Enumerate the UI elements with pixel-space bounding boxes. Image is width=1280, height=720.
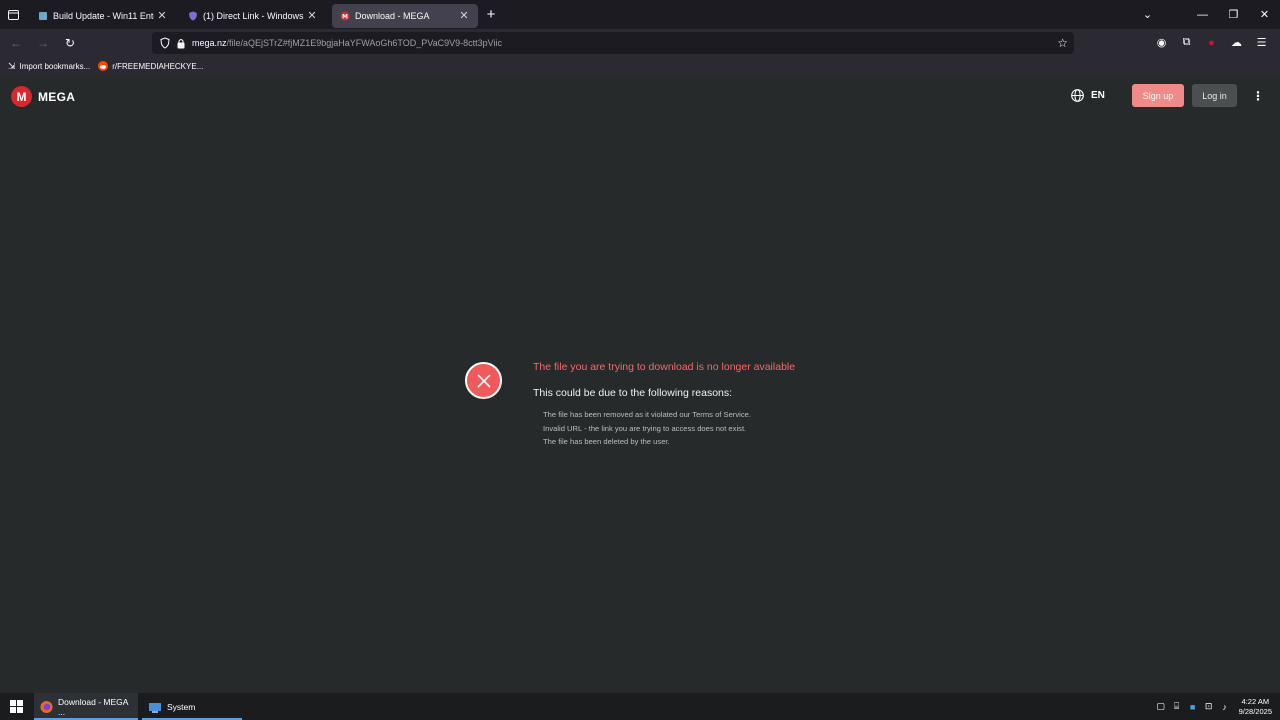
more-options-icon[interactable]: ⋮ — [1252, 89, 1264, 103]
lock-icon[interactable] — [176, 38, 186, 49]
clock-time: 4:22 AM — [1241, 696, 1270, 706]
extensions-icon[interactable]: ⧉ — [1174, 36, 1199, 49]
minimize-icon[interactable]: — — [1187, 9, 1218, 21]
nav-bar: ← → ↻ mega.nz/file/aQEjSTrZ#fjMZ1E9bgjaH… — [0, 29, 1280, 56]
page-icon — [39, 11, 47, 20]
reason-item: The file has been deleted by the user. — [543, 437, 670, 446]
app-tray-icon[interactable]: ■ — [1185, 702, 1201, 712]
back-button[interactable]: ← — [4, 31, 28, 55]
tab-title: Build Update - Win11 Enterprise — [53, 10, 154, 21]
close-tab-icon[interactable]: ✕ — [458, 9, 470, 22]
taskbar-item-firefox[interactable]: Download - MEGA ... — [34, 693, 138, 720]
window-controls: ⌄ — ❐ ✕ — [1132, 0, 1280, 29]
taskbar-item-system[interactable]: System — [142, 693, 242, 720]
reason-item: The file has been removed as it violated… — [543, 410, 751, 419]
error-subtitle: This could be due to the following reaso… — [533, 387, 733, 399]
language-label: EN — [1091, 90, 1105, 101]
url-host: mega.nz — [192, 38, 227, 48]
mega-favicon-icon: M — [340, 11, 350, 20]
network-icon[interactable]: ⊡ — [1201, 701, 1217, 712]
tab-title: (1) Direct Link - Windows 11 En — [203, 10, 304, 21]
url-bar[interactable]: mega.nz/file/aQEjSTrZ#fjMZ1E9bgjaHaYFWAo… — [152, 32, 1074, 54]
bookmark-reddit[interactable]: r/FREEMEDIAHECKYE... — [98, 61, 203, 71]
task-view-icon[interactable]: ▢ — [1153, 701, 1169, 712]
close-x-icon — [476, 373, 491, 388]
language-selector[interactable]: EN — [1071, 89, 1105, 102]
back-arrow-icon: ← — [10, 35, 22, 50]
tab-build-update[interactable]: Build Update - Win11 Enterprise ✕ — [30, 4, 176, 28]
signup-button[interactable]: Sign up — [1132, 84, 1184, 107]
close-window-icon[interactable]: ✕ — [1249, 8, 1280, 21]
usb-icon[interactable]: ⌸ — [1169, 701, 1185, 712]
tab-title: Download - MEGA — [355, 10, 430, 21]
tab-direct-link[interactable]: (1) Direct Link - Windows 11 En ✕ — [180, 4, 326, 28]
tracking-shield-icon[interactable] — [160, 37, 170, 49]
close-tab-icon[interactable]: ✕ — [156, 9, 168, 22]
bookmarks-bar: ⇲ Import bookmarks... r/FREEMEDIAHECKYE.… — [0, 56, 1280, 76]
vpn-icon[interactable]: ☁ — [1224, 36, 1249, 49]
forward-arrow-icon: → — [37, 35, 49, 50]
system-tray: ▢ ⌸ ■ ⊡ ♪ 4:22 AM 9/28/2025 — [1153, 693, 1272, 720]
restore-icon[interactable]: ❐ — [1218, 8, 1249, 21]
menu-icon[interactable]: ☰ — [1249, 36, 1274, 49]
bookmark-import[interactable]: ⇲ Import bookmarks... — [8, 61, 90, 72]
brand-name: MEGA — [38, 89, 76, 104]
reason-item: Invalid URL - the link you are trying to… — [543, 423, 747, 433]
import-icon: ⇲ — [8, 60, 16, 71]
bookmark-label: Import bookmarks... — [19, 61, 91, 71]
tab-strip: Build Update - Win11 Enterprise ✕ (1) Di… — [0, 0, 1280, 29]
toolbar-right: ◉ ⧉ ● ☁ ☰ — [1149, 29, 1274, 56]
mega-logo-icon: M — [11, 86, 32, 107]
reasons-list: The file has been removed as it violated… — [543, 408, 751, 449]
windows-logo-icon — [9, 700, 23, 713]
taskbar: Download - MEGA ... System ▢ ⌸ ■ ⊡ ♪ 4:2… — [0, 693, 1280, 720]
url-path: /file/aQEjSTrZ#fjMZ1E9bgjaHaYFWAoGh6TOD_… — [226, 38, 502, 48]
reload-icon: ↻ — [64, 35, 76, 50]
close-tab-icon[interactable]: ✕ — [306, 9, 318, 22]
tab-download-mega[interactable]: M Download - MEGA ✕ — [332, 3, 478, 28]
account-icon[interactable]: ◉ — [1149, 36, 1174, 49]
system-icon — [149, 702, 161, 713]
svg-text:M: M — [342, 13, 348, 20]
clock[interactable]: 4:22 AM 9/28/2025 — [1239, 697, 1272, 717]
volume-icon[interactable]: ♪ — [1217, 702, 1233, 712]
reload-button[interactable]: ↻ — [58, 31, 82, 55]
taskbar-item-label: System — [167, 701, 196, 712]
mega-logo[interactable]: M MEGA — [11, 86, 75, 107]
ublock-icon[interactable]: ● — [1199, 37, 1224, 49]
page-content: M MEGA EN Sign up Log in ⋮ The file you … — [0, 76, 1280, 693]
globe-icon — [1071, 89, 1084, 102]
taskbar-item-label: Download - MEGA ... — [58, 696, 128, 717]
error-title: The file you are trying to download is n… — [533, 361, 796, 373]
login-button[interactable]: Log in — [1192, 84, 1237, 107]
bookmark-star-icon[interactable]: ☆ — [1057, 36, 1068, 50]
clock-date: 9/28/2025 — [1238, 706, 1272, 716]
error-icon — [465, 362, 502, 399]
url-text: mega.nz/file/aQEjSTrZ#fjMZ1E9bgjaHaYFWAo… — [192, 38, 502, 48]
tab-list-icon — [7, 9, 19, 20]
forward-button[interactable]: → — [31, 31, 55, 55]
reddit-icon — [98, 61, 109, 71]
list-all-tabs-icon[interactable]: ⌄ — [1132, 8, 1163, 21]
firefox-icon — [40, 700, 53, 713]
shield-favicon-icon — [189, 11, 197, 20]
tab-list-button[interactable] — [0, 0, 26, 29]
start-button[interactable] — [0, 693, 32, 720]
bookmark-label: r/FREEMEDIAHECKYE... — [112, 61, 204, 71]
new-tab-button[interactable]: + — [478, 6, 504, 23]
